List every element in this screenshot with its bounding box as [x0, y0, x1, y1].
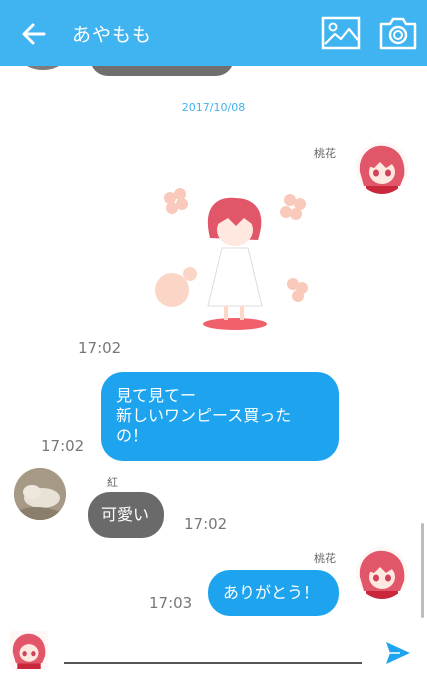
camera-icon[interactable] — [378, 15, 418, 51]
chat-title: あやもも — [72, 24, 153, 46]
message-text: 新しいワンピース買った — [116, 406, 292, 425]
message-time: 17:02 — [41, 437, 85, 455]
back-arrow-icon[interactable] — [18, 18, 50, 50]
message-text: 見て見てー — [116, 386, 197, 405]
send-icon[interactable] — [384, 640, 412, 666]
message-time: 17:02 — [78, 339, 122, 357]
message-text: の！ — [116, 426, 149, 445]
sender-name: 紅 — [107, 476, 118, 489]
sticker-image[interactable] — [140, 176, 330, 336]
message-text: 可愛い — [101, 505, 150, 524]
message-bubble[interactable]: ありがとう！ — [208, 570, 339, 616]
my-avatar[interactable] — [10, 631, 48, 669]
input-bar — [0, 624, 427, 680]
date-separator: 2017/10/08 — [181, 101, 246, 114]
message-text: ありがとう！ — [223, 583, 320, 602]
avatar-momoka[interactable] — [356, 547, 408, 599]
image-icon[interactable] — [321, 16, 361, 50]
message-bubble[interactable]: 見て見てー 新しいワンピース買った の！ — [101, 372, 339, 461]
avatar-momoka[interactable] — [356, 142, 408, 194]
scrollbar[interactable] — [421, 523, 424, 618]
sender-name: 桃花 — [314, 147, 336, 160]
message-input[interactable] — [64, 662, 362, 664]
message-time: 17:03 — [149, 594, 193, 612]
avatar-kurenai[interactable] — [14, 468, 66, 520]
sender-name: 桃花 — [314, 552, 336, 565]
message-bubble[interactable]: 可愛い — [88, 492, 164, 538]
message-time: 17:02 — [184, 515, 228, 533]
app-bar: あやもも — [0, 0, 427, 66]
